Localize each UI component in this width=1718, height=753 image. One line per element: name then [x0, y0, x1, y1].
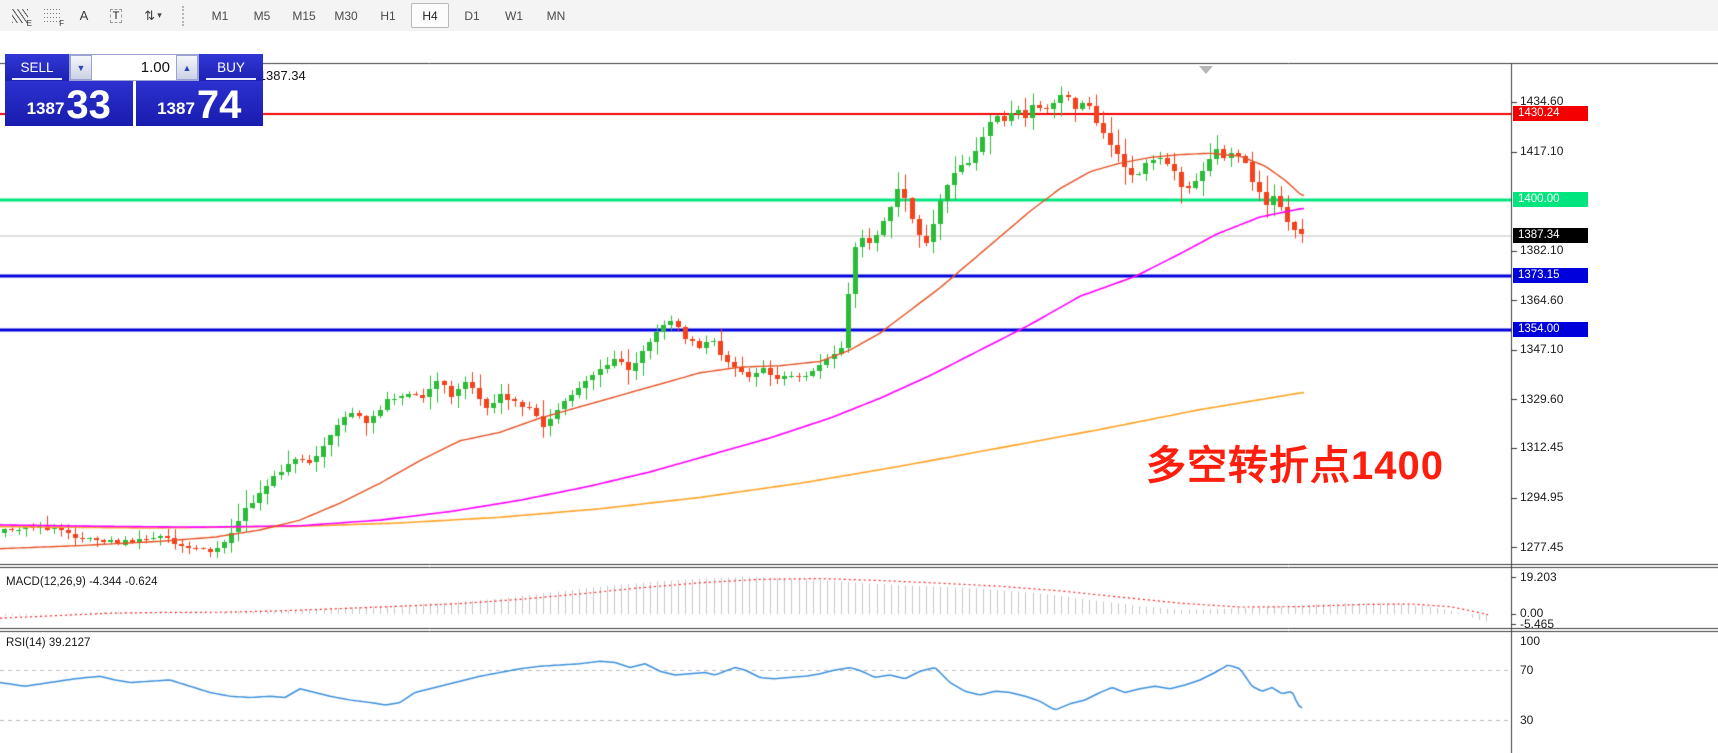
text-icon[interactable]: A: [70, 3, 98, 29]
price-badge: 1430.24: [1513, 106, 1588, 122]
toolbar-separator: [182, 5, 187, 26]
volume-stepper: ▼ ▲: [69, 54, 199, 81]
price-axis-tick: 1364.60: [1520, 292, 1564, 307]
price-axis-tick: 1294.95: [1520, 490, 1564, 505]
sell-button[interactable]: SELL: [5, 54, 69, 81]
rsi-label: RSI(14) 39.2127: [6, 637, 91, 649]
equidistant-channel-icon[interactable]: E: [6, 3, 34, 29]
price-axis-tick: 1277.45: [1520, 539, 1564, 554]
fibonacci-icon[interactable]: F: [38, 3, 66, 29]
price-axis-tick: 1347.10: [1520, 342, 1564, 357]
rsi-axis-tick: 30: [1520, 712, 1534, 727]
timeframe-button-mn[interactable]: MN: [537, 3, 575, 28]
rsi-axis-tick: 70: [1520, 662, 1534, 677]
price-badge: 1354.00: [1513, 322, 1588, 338]
volume-decrease-button[interactable]: ▼: [70, 55, 92, 80]
timeframe-button-m1[interactable]: M1: [201, 3, 239, 28]
line-studies-toolbar: E F A T ⇅ ▾: [0, 3, 172, 29]
sell-price-button[interactable]: 1387 33: [5, 81, 133, 126]
rsi-axis-tick: 100: [1520, 634, 1541, 648]
arrows-icon[interactable]: ⇅ ▾: [134, 3, 172, 29]
price-axis-tick: 1417.10: [1520, 144, 1564, 159]
timeframe-button-m5[interactable]: M5: [243, 3, 281, 28]
volume-input[interactable]: [92, 55, 176, 80]
volume-increase-button[interactable]: ▲: [176, 55, 198, 80]
chart-surface: ▲ XAUUSD-,H4 1384.27 1388.33 1382.77 138…: [0, 31, 1718, 753]
chart-annotation-text[interactable]: 多空转折点1400: [1146, 433, 1444, 491]
price-axis-tick: 1329.60: [1520, 391, 1564, 406]
timeframe-button-h1[interactable]: H1: [369, 3, 407, 28]
price-axis-tick: 1312.45: [1520, 440, 1564, 455]
hatch-glyph: [12, 8, 28, 23]
chart-shift-marker[interactable]: [1199, 66, 1213, 74]
timeframe-button-h4[interactable]: H4: [411, 3, 449, 28]
price-axis-tick: 1382.10: [1520, 243, 1564, 258]
price-badge: 1373.15: [1513, 268, 1588, 284]
macd-axis-tick: -5.465: [1520, 616, 1555, 631]
text-label-icon[interactable]: T: [102, 3, 130, 29]
sell-price-big: 33: [66, 83, 111, 127]
price-badge: 1400.00: [1513, 191, 1588, 207]
buy-price-big: 74: [196, 83, 242, 127]
one-click-trading-panel: SELL ▼ ▲ BUY 1387 33 1387 74: [5, 54, 263, 126]
timeframe-button-d1[interactable]: D1: [453, 3, 491, 28]
timeframe-button-m30[interactable]: M30: [327, 3, 365, 28]
mt4-window: E F A T ⇅▾ M1M5M15M30H1H4D1W1MN ▲ XAUUSD…: [0, 0, 1718, 753]
buy-price-small: 1387: [157, 99, 195, 118]
toolbar: E F A T ⇅ ▾ M1 M5 M15 M30 H1 H4 D1 W1 MN: [0, 0, 1718, 32]
ohlc-close: 1387.34: [258, 68, 306, 83]
sell-price-small: 1387: [26, 99, 65, 118]
chevron-down-icon: ▾: [157, 10, 162, 20]
timeframe-button-m15[interactable]: M15: [285, 3, 323, 28]
buy-button[interactable]: BUY: [199, 54, 263, 81]
timeframe-toolbar: M1 M5 M15 M30 H1 H4 D1 W1 MN: [195, 3, 575, 28]
price-badge: 1387.34: [1513, 227, 1588, 243]
timeframe-button-w1[interactable]: W1: [495, 3, 533, 28]
buy-price-button[interactable]: 1387 74: [135, 81, 263, 127]
macd-axis-tick: 19.203: [1520, 569, 1557, 584]
dots-glyph: [44, 9, 60, 22]
macd-label: MACD(12,26,9) -4.344 -0.624: [6, 576, 158, 588]
price-chart-canvas[interactable]: [0, 31, 1718, 753]
